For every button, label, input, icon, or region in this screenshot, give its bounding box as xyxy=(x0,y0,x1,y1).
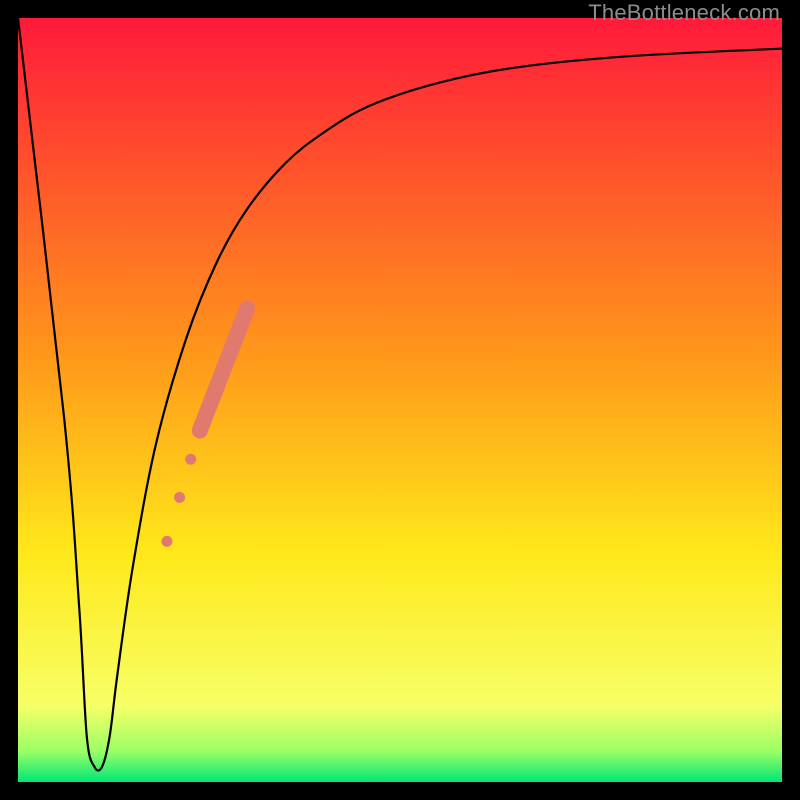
bottleneck-chart xyxy=(18,18,782,782)
gradient-background xyxy=(18,18,782,782)
highlight-dot xyxy=(161,536,172,547)
highlight-dot xyxy=(185,454,196,465)
watermark-text: TheBottleneck.com xyxy=(588,0,780,26)
highlight-dot xyxy=(174,492,185,503)
